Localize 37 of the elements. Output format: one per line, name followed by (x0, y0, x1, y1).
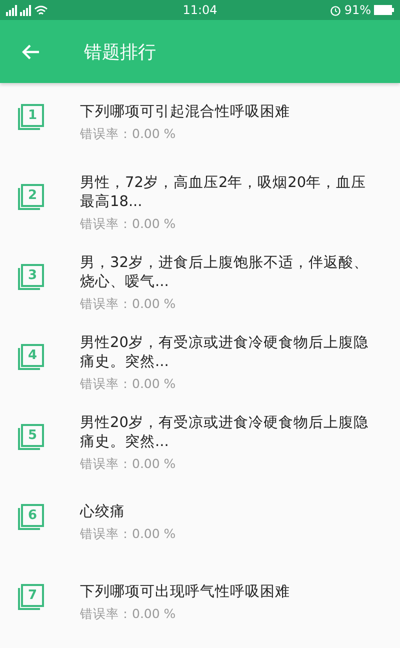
error-rate: 错误率：0.00 % (80, 606, 177, 623)
question-item[interactable]: 2 男性，72岁，高血压2年，吸烟20年，血压最高18... 错误率：0.00 % (0, 163, 400, 243)
rank-badge: 1 (18, 104, 44, 130)
signal-icon (20, 4, 31, 16)
rank-badge: 4 (18, 344, 44, 370)
rank-badge: 3 (18, 264, 44, 290)
error-rate: 错误率：0.00 % (80, 216, 177, 232)
error-rate: 错误率：0.00 % (80, 456, 177, 472)
question-title: 男，32岁，进食后上腹饱胀不适，伴返酸、烧心、嗳气... (80, 254, 370, 292)
question-title: 下列哪项可出现呼气性呼吸困难 (80, 583, 291, 602)
question-item[interactable]: 7 下列哪项可出现呼气性呼吸困难 错误率：0.00 % (0, 563, 400, 643)
question-title: 男性20岁，有受凉或进食冷硬食物后上腹隐痛史。突然... (80, 414, 370, 452)
question-item[interactable]: 6 心绞痛 错误率：0.00 % (0, 483, 400, 563)
error-rate: 错误率：0.00 % (80, 376, 177, 392)
back-arrow-icon (22, 44, 40, 60)
question-item[interactable]: 3 男，32岁，进食后上腹饱胀不适，伴返酸、烧心、嗳气... 错误率：0.00 % (0, 243, 400, 323)
rank-badge: 6 (18, 504, 44, 530)
signal-icon (6, 4, 17, 16)
battery-icon (374, 5, 394, 15)
rank-badge: 7 (18, 584, 44, 610)
wifi-icon (34, 4, 48, 16)
question-item[interactable]: 5 男性20岁，有受凉或进食冷硬食物后上腹隐痛史。突然... 错误率：0.00 % (0, 403, 400, 483)
question-title: 下列哪项可引起混合性呼吸困难 (80, 103, 291, 122)
rank-badge: 5 (18, 424, 44, 450)
error-rate: 错误率：0.00 % (80, 526, 177, 543)
question-title: 心绞痛 (80, 503, 126, 522)
error-rate: 错误率：0.00 % (80, 296, 177, 312)
error-rate: 错误率：0.00 % (80, 126, 177, 143)
question-title: 男性20岁，有受凉或进食冷硬食物后上腹隐痛史。突然... (80, 334, 370, 372)
battery-percent: 91% (344, 3, 371, 17)
question-title: 男性，72岁，高血压2年，吸烟20年，血压最高18... (80, 174, 368, 212)
status-time: 11:04 (182, 3, 218, 17)
page-title: 错题排行 (84, 40, 156, 64)
question-item[interactable]: 1 下列哪项可引起混合性呼吸困难 错误率：0.00 % (0, 83, 400, 163)
question-item[interactable]: 4 男性20岁，有受凉或进食冷硬食物后上腹隐痛史。突然... 错误率：0.00 % (0, 323, 400, 403)
rank-badge: 2 (18, 184, 44, 210)
alarm-icon (330, 4, 342, 16)
